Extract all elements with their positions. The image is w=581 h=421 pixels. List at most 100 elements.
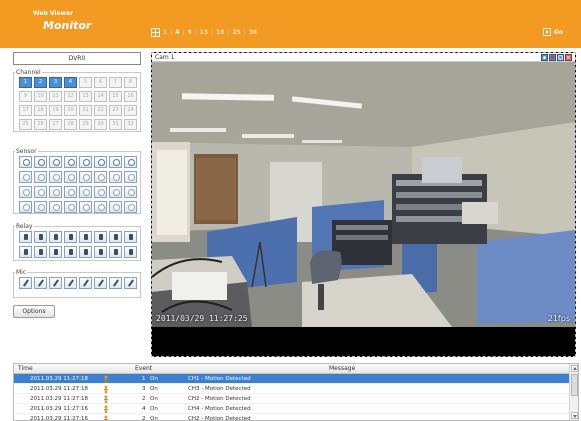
split-36-button[interactable]: 36 xyxy=(249,29,257,36)
channel-button[interactable]: 23 xyxy=(109,105,122,116)
relay-icon[interactable] xyxy=(64,231,77,243)
mic-icon[interactable] xyxy=(19,277,32,289)
scroll-up-icon[interactable] xyxy=(571,365,578,372)
snapshot-icon[interactable] xyxy=(541,54,548,61)
sensor-icon[interactable] xyxy=(19,201,32,213)
mic-icon[interactable] xyxy=(94,277,107,289)
channel-button[interactable]: 1 xyxy=(19,77,32,88)
log-row[interactable]: 2011.03.29 11:27:18 1 On CH1 - Motion Detec… xyxy=(14,374,578,384)
channel-button[interactable]: 20 xyxy=(64,105,77,116)
channel-button[interactable]: 25 xyxy=(19,119,32,130)
relay-icon[interactable] xyxy=(19,246,32,258)
channel-button[interactable]: 10 xyxy=(34,91,47,102)
sensor-icon[interactable] xyxy=(49,171,62,183)
channel-button[interactable]: 9 xyxy=(19,91,32,102)
sensor-icon[interactable] xyxy=(79,156,92,168)
sensor-icon[interactable] xyxy=(94,156,107,168)
channel-button[interactable]: 28 xyxy=(64,119,77,130)
sensor-icon[interactable] xyxy=(64,171,77,183)
relay-icon[interactable] xyxy=(79,246,92,258)
relay-icon[interactable] xyxy=(34,246,47,258)
channel-button[interactable]: 13 xyxy=(79,91,92,102)
sensor-icon[interactable] xyxy=(124,171,137,183)
log-row[interactable]: 2011.03.29 11:27:18 3 On CH3 - Motion Detec… xyxy=(14,384,578,394)
sensor-icon[interactable] xyxy=(79,186,92,198)
channel-button[interactable]: 12 xyxy=(64,91,77,102)
sensor-icon[interactable] xyxy=(49,201,62,213)
sensor-icon[interactable] xyxy=(124,156,137,168)
channel-button[interactable]: 26 xyxy=(34,119,47,130)
sensor-icon[interactable] xyxy=(124,186,137,198)
mic-icon[interactable] xyxy=(79,277,92,289)
col-time[interactable]: Time xyxy=(18,365,33,372)
channel-button[interactable]: 27 xyxy=(49,119,62,130)
relay-icon[interactable] xyxy=(124,231,137,243)
channel-button[interactable]: 18 xyxy=(34,105,47,116)
channel-button[interactable]: 5 xyxy=(79,77,92,88)
log-row[interactable]: 2011.03.29 11:27:18 2 On CH2 - Motion Detec… xyxy=(14,394,578,404)
camera-feed[interactable]: 2011/03/29 11:27:25 21fps xyxy=(152,62,575,327)
record-icon[interactable] xyxy=(549,54,556,61)
mic-icon[interactable] xyxy=(109,277,122,289)
channel-button[interactable]: 29 xyxy=(79,119,92,130)
log-row[interactable]: 2011.03.29 11:27:16 2 On CH2 - Motion Detec… xyxy=(14,414,578,420)
dvr-selector[interactable]: DVR0 xyxy=(13,52,141,65)
fullscreen-icon[interactable] xyxy=(557,54,564,61)
sensor-icon[interactable] xyxy=(64,156,77,168)
sensor-icon[interactable] xyxy=(19,186,32,198)
relay-icon[interactable] xyxy=(94,231,107,243)
options-button[interactable]: Options xyxy=(13,305,55,318)
sensor-icon[interactable] xyxy=(64,201,77,213)
channel-button[interactable]: 32 xyxy=(124,119,137,130)
col-event[interactable]: Event xyxy=(135,365,152,372)
sensor-icon[interactable] xyxy=(49,156,62,168)
sensor-icon[interactable] xyxy=(109,156,122,168)
channel-button[interactable]: 17 xyxy=(19,105,32,116)
sensor-icon[interactable] xyxy=(79,171,92,183)
channel-button[interactable]: 7 xyxy=(109,77,122,88)
sensor-icon[interactable] xyxy=(124,201,137,213)
sensor-icon[interactable] xyxy=(79,201,92,213)
split-9-button[interactable]: 9 xyxy=(187,29,191,36)
close-icon[interactable] xyxy=(565,54,572,61)
sensor-icon[interactable] xyxy=(34,201,47,213)
channel-button[interactable]: 14 xyxy=(94,91,107,102)
channel-button[interactable]: 8 xyxy=(124,77,137,88)
relay-icon[interactable] xyxy=(49,246,62,258)
sensor-icon[interactable] xyxy=(19,156,32,168)
sensor-icon[interactable] xyxy=(49,186,62,198)
channel-button[interactable]: 16 xyxy=(124,91,137,102)
log-scrollbar[interactable] xyxy=(569,364,578,420)
split-1-button[interactable]: 1 xyxy=(163,29,167,36)
channel-button[interactable]: 6 xyxy=(94,77,107,88)
channel-button[interactable]: 11 xyxy=(49,91,62,102)
channel-button[interactable]: 31 xyxy=(109,119,122,130)
sensor-icon[interactable] xyxy=(19,171,32,183)
relay-icon[interactable] xyxy=(64,246,77,258)
channel-button[interactable]: 4 xyxy=(64,77,77,88)
mic-icon[interactable] xyxy=(49,277,62,289)
sensor-icon[interactable] xyxy=(109,171,122,183)
relay-icon[interactable] xyxy=(124,246,137,258)
relay-icon[interactable] xyxy=(94,246,107,258)
mic-icon[interactable] xyxy=(34,277,47,289)
channel-button[interactable]: 15 xyxy=(109,91,122,102)
channel-button[interactable]: 30 xyxy=(94,119,107,130)
go-button[interactable]: Go xyxy=(543,27,563,37)
sensor-icon[interactable] xyxy=(64,186,77,198)
split-25-button[interactable]: 25 xyxy=(232,29,240,36)
channel-button[interactable]: 22 xyxy=(94,105,107,116)
col-message[interactable]: Message xyxy=(329,365,355,372)
split-13-button[interactable]: 13 xyxy=(200,29,208,36)
channel-button[interactable]: 3 xyxy=(49,77,62,88)
sensor-icon[interactable] xyxy=(94,201,107,213)
scroll-down-icon[interactable] xyxy=(571,412,578,419)
scroll-thumb[interactable] xyxy=(571,374,578,396)
sensor-icon[interactable] xyxy=(34,156,47,168)
sensor-icon[interactable] xyxy=(109,186,122,198)
sensor-icon[interactable] xyxy=(94,171,107,183)
relay-icon[interactable] xyxy=(34,231,47,243)
mic-icon[interactable] xyxy=(64,277,77,289)
mic-icon[interactable] xyxy=(124,277,137,289)
sensor-icon[interactable] xyxy=(109,201,122,213)
